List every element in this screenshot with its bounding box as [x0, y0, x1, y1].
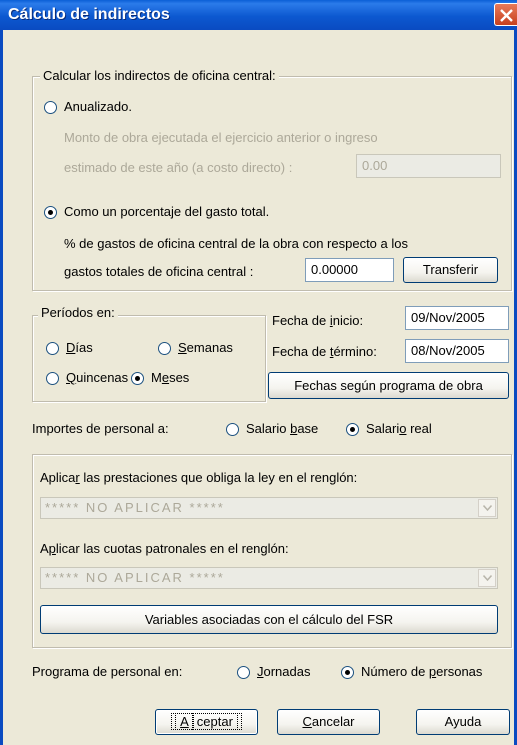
help-button[interactable]: Ayuda [416, 709, 510, 735]
help-button-label: Ayuda [444, 714, 482, 729]
accept-button[interactable]: Aceptar [155, 709, 258, 735]
percentage-label: Como un porcentaje del gasto total. [64, 204, 270, 219]
end-date-label: Fecha de término: [272, 344, 377, 359]
benefits-label: Aplicar las prestaciones que obliga la l… [40, 470, 358, 485]
start-date-label: Fecha de inicio: [272, 313, 364, 328]
period-label-quincenas: Quincenas [66, 370, 129, 385]
periods-group-legend: Períodos en: [38, 305, 118, 320]
window-frame-left [0, 30, 3, 745]
title-bar[interactable]: Cálculo de indirectos [0, 0, 517, 30]
base-salary-radio[interactable] [226, 423, 239, 436]
cancel-button-label: Cancelar [302, 714, 355, 729]
annualized-radio[interactable] [44, 101, 57, 114]
period-radio-semanas[interactable] [158, 342, 171, 355]
window-title: Cálculo de indirectos [8, 6, 170, 23]
percentage-radio[interactable] [44, 206, 57, 219]
accept-button-label: Aceptar [171, 713, 242, 730]
personnel-schedule-label: Programa de personal en: [32, 664, 183, 679]
benefits-select[interactable]: ***** NO APLICAR ***** [40, 497, 498, 519]
periods-group-box [32, 315, 266, 402]
period-radio-quincenas[interactable] [46, 372, 59, 385]
base-salary-label: Salario base [246, 421, 319, 436]
percent-field[interactable]: 0.00000 [305, 258, 394, 282]
period-label-semanas: Semanas [178, 340, 233, 355]
benefits-select-value: ***** NO APLICAR ***** [45, 500, 225, 515]
calc-group-legend: Calcular los indirectos de oficina centr… [40, 68, 279, 83]
transfer-button[interactable]: Transferir [403, 257, 498, 283]
annualized-label: Anualizado. [64, 99, 132, 114]
quotas-dropdown-arrow[interactable] [478, 569, 496, 587]
real-salary-radio[interactable] [346, 423, 359, 436]
percent-description-line2: gastos totales de oficina central : [64, 264, 254, 279]
start-date-field[interactable]: 09/Nov/2005 [405, 306, 509, 330]
benefits-dropdown-arrow[interactable] [478, 499, 496, 517]
shifts-radio[interactable] [237, 666, 250, 679]
period-radio-meses[interactable] [131, 372, 144, 385]
period-label-meses: Meses [151, 370, 190, 385]
period-radio-dias[interactable] [46, 342, 59, 355]
period-label-dias: Días [66, 340, 93, 355]
shifts-label: Jornadas [257, 664, 311, 679]
quotas-select[interactable]: ***** NO APLICAR ***** [40, 567, 498, 589]
amount-field[interactable]: 0.00 [356, 154, 501, 178]
real-salary-label: Salario real [366, 421, 432, 436]
fsr-variables-button[interactable]: Variables asociadas con el cálculo del F… [40, 605, 498, 634]
amount-description-line1: Monto de obra ejecutada el ejercicio ant… [64, 130, 378, 145]
cancel-button[interactable]: Cancelar [277, 709, 380, 735]
personnel-amounts-label: Importes de personal a: [32, 421, 169, 436]
close-button[interactable] [494, 3, 517, 26]
amount-description-line2: estimado de este año (a costo directo) : [64, 160, 293, 175]
percent-description-line1: % de gastos de oficina central de la obr… [64, 236, 408, 251]
schedule-dates-button[interactable]: Fechas según programa de obra [268, 372, 509, 399]
end-date-field[interactable]: 08/Nov/2005 [405, 339, 509, 363]
fsr-variables-button-label: Variables asociadas con el cálculo del F… [144, 612, 394, 627]
quotas-label: Aplicar las cuotas patronales en el reng… [40, 541, 289, 556]
people-radio[interactable] [341, 666, 354, 679]
schedule-dates-button-label: Fechas según programa de obra [294, 378, 483, 393]
dialog-window: Cálculo de indirectos Calcular los indir… [0, 0, 517, 745]
transfer-button-label: Transferir [422, 262, 479, 277]
people-label: Número de personas [361, 664, 483, 679]
quotas-select-value: ***** NO APLICAR ***** [45, 570, 225, 585]
